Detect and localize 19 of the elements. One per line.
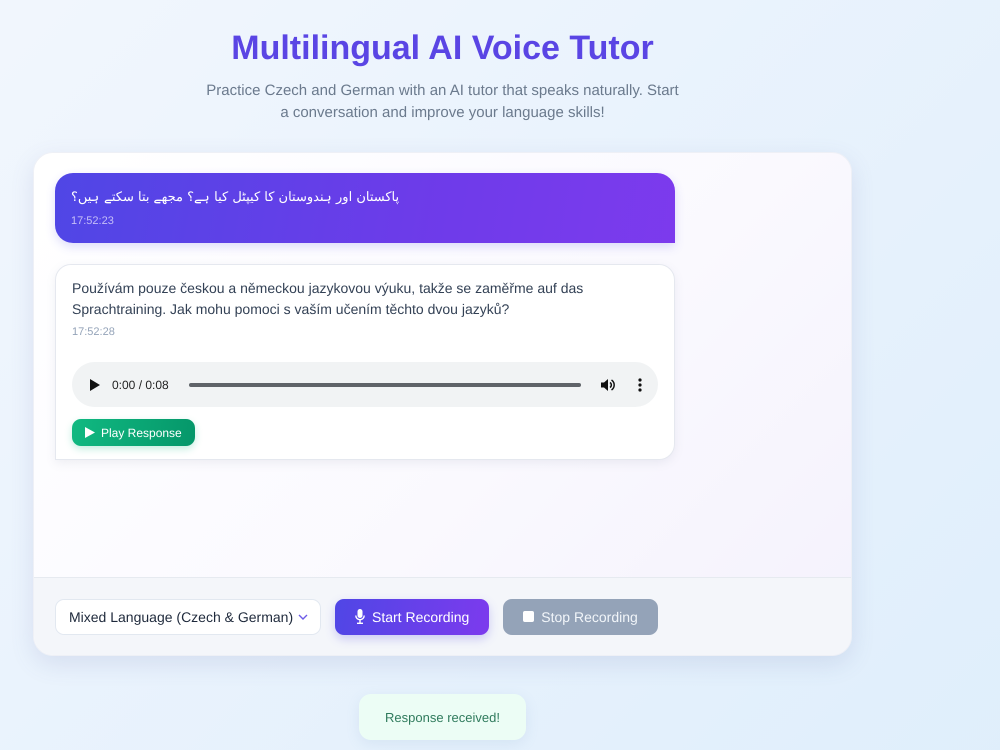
message-text: پاکستان اور ہندوستان کا کیپٹل کیا ہے؟ مجھے بتا سکتے ہیں؟ — [71, 189, 400, 207]
more-options-icon[interactable] — [638, 378, 642, 392]
volume-icon[interactable] — [601, 378, 616, 392]
audio-time: 0:00 / 0:08 — [112, 378, 169, 392]
language-select[interactable]: Mixed Language (Czech & German) — [55, 598, 321, 634]
toast-notification: Response received! — [359, 694, 526, 740]
page-subtitle: Practice Czech and German with an AI tutor that speaks naturally. Start a conversation and improve your language skills! — [205, 81, 680, 123]
page-title: Multilingual AI Voice Tutor — [231, 28, 654, 68]
chevron-down-icon — [298, 614, 308, 620]
microphone-icon — [355, 609, 365, 624]
play-response-button[interactable]: Play Response — [72, 419, 195, 446]
seek-bar[interactable] — [188, 382, 581, 386]
play-icon — [85, 427, 95, 438]
play-icon[interactable] — [90, 378, 100, 390]
start-recording-button[interactable]: Start Recording — [335, 598, 490, 634]
message-time: 17:52:23 — [71, 214, 115, 229]
message-time: 17:52:28 — [72, 325, 116, 340]
stop-icon — [523, 611, 534, 622]
message-text: Používám pouze českou a německou jazykovou výuku, takže se zaměřme auf das Sprachtraining. Jak mohu pomoci s vaším učením těchto dvou jazyků? — [72, 279, 584, 319]
